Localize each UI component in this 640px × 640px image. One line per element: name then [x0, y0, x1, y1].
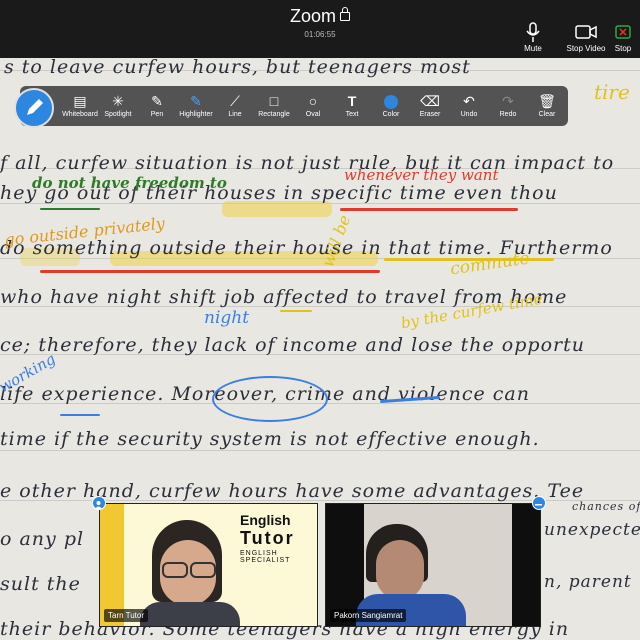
essay-line: o any pl [0, 528, 85, 550]
annotation-toolbar: ▤ Whiteboard ✳ Spotlight ✎ Pen ✎ Highlighter… [20, 86, 568, 126]
rectangle-icon: □ [269, 93, 279, 109]
red-underline [40, 270, 380, 273]
undo-icon: ↶ [463, 93, 475, 109]
essay-line: time if the security system is not effec… [0, 428, 540, 450]
essay-line: sult the [0, 573, 81, 595]
video-tile-tarn[interactable]: English Tutor ENGLISH SPECIALIST Tarn Tu… [99, 503, 318, 627]
microphone-icon [505, 22, 561, 44]
red-annotation: whenever they want [344, 166, 499, 184]
tool-rectangle[interactable]: □ Rectangle [254, 92, 294, 118]
essay-line: ce; therefore, they lack of income and l… [0, 334, 585, 356]
blue-stroke [60, 414, 100, 416]
essay-fragment: unexpected [544, 520, 640, 540]
participant-face [376, 540, 424, 600]
banner-tutor: Tutor [240, 528, 295, 548]
essay-line: s to leave curfew hours, but teenagers m… [4, 58, 471, 78]
redo-icon: ↷ [502, 93, 514, 109]
oval-icon: ○ [308, 93, 318, 109]
blue-oval [212, 376, 328, 422]
tool-clear[interactable]: 🗑 Clear [527, 92, 567, 118]
tool-highlighter[interactable]: ✎ Highlighter [176, 92, 216, 118]
tool-oval[interactable]: ○ Oval [293, 92, 333, 118]
person-icon [95, 501, 102, 509]
glasses-icon [190, 562, 216, 578]
eraser-icon: ⌫ [420, 93, 440, 109]
essay-fragment: chances of [572, 500, 640, 513]
pen-icon [27, 99, 43, 115]
tool-whiteboard[interactable]: ▤ Whiteboard [60, 92, 100, 118]
essay-line: e other hand, curfew hours have some adv… [0, 480, 585, 502]
gallery-toggle-button[interactable] [92, 496, 106, 510]
green-annotation: do not have freedom to [32, 174, 227, 192]
tool-line[interactable]: ⟋ Line [215, 92, 255, 118]
banner-english: English [240, 512, 291, 528]
tool-pen[interactable]: ✎ Pen [137, 92, 177, 118]
participant-name: Tarn Tutor [104, 609, 149, 622]
banner-stripe [100, 504, 124, 626]
whiteboard-icon: ▤ [73, 93, 87, 109]
essay-line: f all, curfew situation is not just rule… [0, 152, 615, 174]
banner-specialist: ENGLISH SPECIALIST [240, 550, 291, 564]
tool-undo[interactable]: ↶ Undo [449, 92, 489, 118]
zoom-top-bar: Zoom 01:06:55 Mute Stop Video Stop [0, 0, 640, 58]
pen-icon: ✎ [151, 93, 163, 109]
trash-icon: 🗑 [538, 93, 556, 109]
red-underline [340, 208, 518, 211]
tool-redo[interactable]: ↷ Redo [488, 92, 528, 118]
glasses-icon [162, 562, 188, 578]
highlighter-icon: ✎ [190, 93, 202, 109]
minimize-videos-button[interactable] [532, 496, 546, 510]
tool-eraser[interactable]: ⌫ Eraser [410, 92, 450, 118]
green-underline [40, 208, 100, 210]
stop-share-icon [606, 22, 640, 44]
line-icon: ⟋ [230, 93, 240, 109]
color-icon [371, 92, 411, 110]
spotlight-icon: ✳ [112, 93, 124, 109]
yellow-annotation: tire [594, 80, 630, 104]
stop-share-button[interactable]: Stop [606, 22, 640, 53]
participant-name: Pakorn Sangiamrat [330, 609, 407, 622]
blue-annotation: night [204, 308, 250, 328]
minus-icon [535, 504, 542, 506]
tool-text[interactable]: T Text [332, 92, 372, 118]
annotate-pen-button[interactable] [14, 88, 54, 128]
video-tile-pakorn[interactable]: Pakorn Sangiamrat [325, 503, 541, 627]
ruled-line [0, 450, 640, 451]
lock-icon [340, 7, 350, 21]
shared-screen-whiteboard[interactable]: s to leave curfew hours, but teenagers m… [0, 58, 640, 640]
mute-button[interactable]: Mute [505, 22, 561, 53]
text-icon: T [347, 93, 357, 109]
essay-fragment: n, parent [544, 572, 632, 592]
tool-color[interactable]: Color [371, 92, 411, 118]
participant-body [140, 602, 240, 626]
yellow-stroke [280, 310, 312, 312]
tool-spotlight[interactable]: ✳ Spotlight [98, 92, 138, 118]
